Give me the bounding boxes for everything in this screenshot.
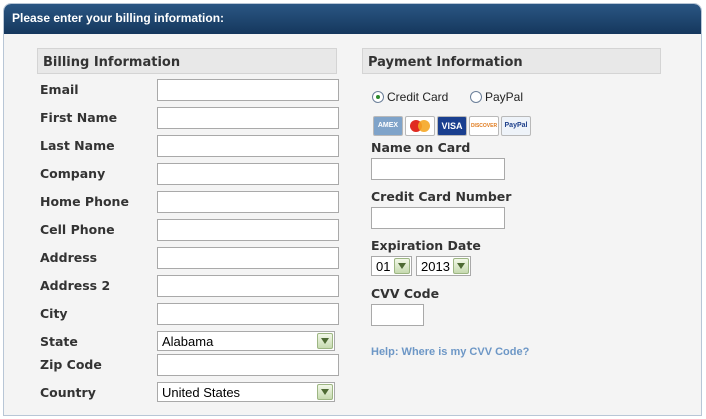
amex-logo: AMEX: [373, 116, 403, 136]
billing-section-title: Billing Information: [37, 48, 337, 74]
first-name-field[interactable]: [157, 107, 339, 129]
cvv-label: CVV Code: [371, 286, 440, 301]
card-number-field[interactable]: [371, 207, 505, 229]
address-label: Address: [40, 250, 98, 265]
radio-selected-dot: [376, 95, 380, 99]
paypal-logo: PayPal: [501, 116, 531, 136]
mastercard-logo: [405, 116, 435, 136]
cvv-help-link[interactable]: Help: Where is my CVV Code?: [371, 346, 529, 358]
panel-title: Please enter your billing information:: [12, 11, 225, 25]
first-name-label: First Name: [40, 110, 118, 125]
name-on-card-label: Name on Card: [371, 140, 471, 155]
expiration-month-select[interactable]: 01: [371, 256, 412, 276]
city-field[interactable]: [157, 303, 339, 325]
chevron-down-icon[interactable]: [394, 258, 410, 274]
paypal-radio[interactable]: [470, 91, 482, 103]
country-label: Country: [40, 385, 96, 400]
state-select[interactable]: Alabama: [157, 331, 335, 351]
panel-header: Please enter your billing information:: [4, 4, 701, 34]
address-field[interactable]: [157, 247, 339, 269]
zip-field[interactable]: [157, 354, 339, 376]
cvv-field[interactable]: [371, 304, 424, 326]
card-number-label: Credit Card Number: [371, 189, 512, 204]
expiration-label: Expiration Date: [371, 238, 481, 253]
payment-section-title: Payment Information: [362, 48, 661, 74]
email-label: Email: [40, 82, 79, 97]
discover-logo: DISCOVER: [469, 116, 499, 136]
cell-phone-field[interactable]: [157, 219, 339, 241]
cell-phone-label: Cell Phone: [40, 222, 115, 237]
last-name-label: Last Name: [40, 138, 115, 153]
chevron-down-icon[interactable]: [317, 384, 333, 400]
billing-panel: Please enter your billing information: B…: [3, 3, 702, 416]
paypal-label[interactable]: PayPal: [485, 90, 523, 104]
credit-card-label[interactable]: Credit Card: [387, 90, 448, 104]
company-field[interactable]: [157, 163, 339, 185]
chevron-down-icon[interactable]: [317, 333, 333, 349]
home-phone-field[interactable]: [157, 191, 339, 213]
expiration-year-select[interactable]: 2013: [416, 256, 471, 276]
country-select[interactable]: United States: [157, 382, 335, 402]
last-name-field[interactable]: [157, 135, 339, 157]
state-select-value: Alabama: [162, 334, 214, 349]
visa-logo: VISA: [437, 116, 467, 136]
chevron-down-icon[interactable]: [453, 258, 469, 274]
address2-label: Address 2: [40, 278, 111, 293]
email-field[interactable]: [157, 79, 339, 101]
name-on-card-field[interactable]: [371, 158, 505, 180]
zip-label: Zip Code: [40, 357, 102, 372]
address2-field[interactable]: [157, 275, 339, 297]
state-label: State: [40, 334, 78, 349]
home-phone-label: Home Phone: [40, 194, 129, 209]
city-label: City: [40, 306, 68, 321]
expiration-year-value: 2013: [421, 259, 450, 274]
credit-card-radio[interactable]: [372, 91, 384, 103]
company-label: Company: [40, 166, 106, 181]
expiration-month-value: 01: [376, 259, 391, 274]
country-select-value: United States: [162, 385, 241, 400]
